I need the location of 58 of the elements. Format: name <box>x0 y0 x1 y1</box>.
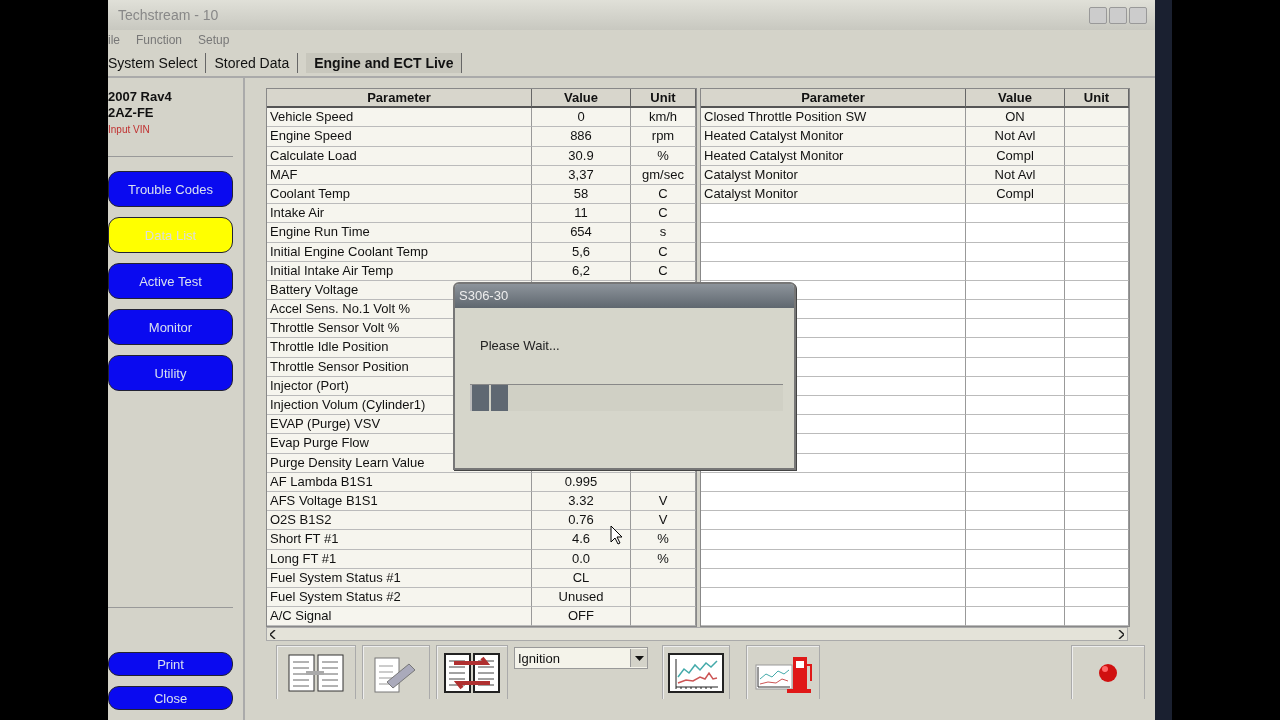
table-cell: % <box>631 530 696 550</box>
table-cell: AFS Voltage B1S1 <box>267 491 532 512</box>
table-cell: rpm <box>631 127 696 147</box>
table-cell: Fuel System Status #1 <box>267 568 532 588</box>
table-cell: Short FT #1 <box>267 530 532 550</box>
column-header: Unit <box>631 89 696 109</box>
tab[interactable]: System Select <box>108 53 207 73</box>
table-cell: Long FT #1 <box>267 549 532 569</box>
tab[interactable]: Engine and ECT Live <box>306 53 463 73</box>
table-cell: 654 <box>532 223 631 243</box>
column-header: Parameter <box>701 89 966 109</box>
table-cell: OFF <box>532 607 631 627</box>
sidebar-button[interactable]: Active Test <box>108 263 233 299</box>
sidebar-button[interactable]: Trouble Codes <box>108 171 233 207</box>
sidebar-button[interactable]: Print <box>108 652 233 676</box>
table-cell: O2S B1S2 <box>267 511 532 531</box>
table-cell: 4.6 <box>532 530 631 550</box>
table-cell: Fuel System Status #2 <box>267 587 532 608</box>
table-cell: Coolant Temp <box>267 184 532 205</box>
table-cell: Vehicle Speed <box>267 108 532 128</box>
sidebar-button[interactable]: Utility <box>108 355 233 391</box>
table-cell: 0 <box>532 108 631 128</box>
table-cell: MAF <box>267 165 532 185</box>
table-cell: Calculate Load <box>267 146 532 166</box>
table-cell: A/C Signal <box>267 607 532 627</box>
table-cell: Heated Catalyst Monitor <box>701 127 966 147</box>
table-cell: s <box>631 223 696 243</box>
table-cell: Initial Intake Air Temp <box>267 261 532 281</box>
table-cell: Heated Catalyst Monitor <box>701 146 966 166</box>
table-cell: km/h <box>631 108 696 128</box>
table-cell: 886 <box>532 127 631 147</box>
table-cell: Initial Engine Coolant Temp <box>267 242 532 262</box>
table-cell: 0.76 <box>532 511 631 531</box>
ignition-dropdown[interactable]: Ignition <box>514 647 648 670</box>
column-header: Parameter <box>267 89 532 109</box>
table-cell: 11 <box>532 204 631 224</box>
table-cell: Catalyst Monitor <box>701 184 966 205</box>
table-cell: Closed Throttle Position SW <box>701 108 966 128</box>
table-cell: Not Avl <box>966 127 1065 147</box>
input-vin-link[interactable]: Input VIN <box>108 124 150 135</box>
column-header: Value <box>966 89 1065 109</box>
table-cell: Engine Speed <box>267 127 532 147</box>
table-cell: AF Lambda B1S1 <box>267 472 532 492</box>
tab[interactable]: Stored Data <box>214 53 299 73</box>
table-cell: Engine Run Time <box>267 223 532 243</box>
dialog-title: S306-30 <box>455 284 794 308</box>
table-cell: C <box>631 204 696 224</box>
window-title: Techstream - 10 <box>117 7 219 23</box>
table-cell: Intake Air <box>267 204 532 224</box>
table-cell: Catalyst Monitor <box>701 165 966 185</box>
sidebar-button[interactable]: Close <box>108 686 233 710</box>
vehicle-model: 2007 Rav4 <box>108 89 173 105</box>
table-cell: ON <box>966 108 1065 128</box>
column-header: Unit <box>1065 89 1129 109</box>
engine-code: 2AZ-FE <box>108 105 155 121</box>
sidebar-button[interactable]: Monitor <box>108 309 233 345</box>
column-header: Value <box>532 89 631 109</box>
table-cell: V <box>631 511 696 531</box>
